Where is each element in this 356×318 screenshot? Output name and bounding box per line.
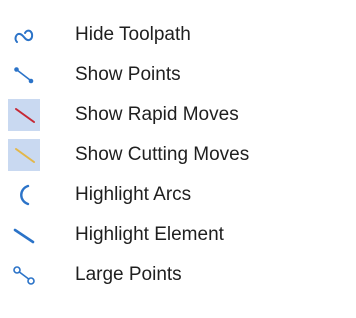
menu-item-label: Large Points (75, 264, 182, 285)
toolpath-display-menu: Hide Toolpath Show Points Show Rapid Mov… (0, 0, 356, 318)
menu-item-label: Hide Toolpath (75, 24, 191, 45)
large-points-icon (8, 259, 40, 291)
menu-item-show-cutting-moves[interactable]: Show Cutting Moves (0, 136, 356, 174)
menu-item-show-points[interactable]: Show Points (0, 56, 356, 94)
arc-icon (8, 179, 40, 211)
toolpath-curve-icon (8, 19, 40, 51)
rapid-move-line-icon (8, 99, 40, 131)
menu-item-label: Highlight Element (75, 224, 224, 245)
menu-item-highlight-arcs[interactable]: Highlight Arcs (0, 176, 356, 214)
points-icon (8, 59, 40, 91)
menu-item-label: Highlight Arcs (75, 184, 192, 205)
menu-item-show-rapid-moves[interactable]: Show Rapid Moves (0, 96, 356, 134)
menu-item-highlight-element[interactable]: Highlight Element (0, 216, 356, 254)
cutting-move-line-icon (8, 139, 40, 171)
menu-item-label: Show Points (75, 64, 181, 85)
menu-item-label: Show Rapid Moves (75, 104, 239, 125)
menu-item-label: Show Cutting Moves (75, 144, 250, 165)
menu-item-hide-toolpath[interactable]: Hide Toolpath (0, 16, 356, 54)
menu-item-large-points[interactable]: Large Points (0, 256, 356, 294)
element-line-icon (8, 219, 40, 251)
